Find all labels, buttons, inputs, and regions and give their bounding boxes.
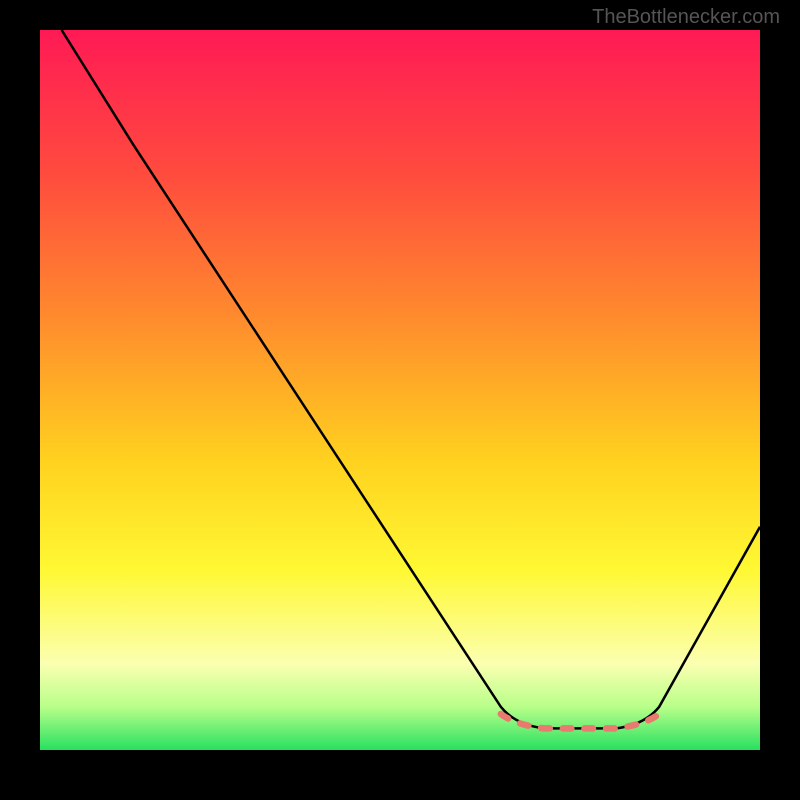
optimal-range-path (501, 714, 659, 728)
watermark-text: TheBottlenecker.com (592, 6, 780, 29)
chart-plot-area (40, 30, 760, 750)
bottleneck-curve-path (62, 30, 760, 728)
chart-curves (40, 30, 760, 750)
